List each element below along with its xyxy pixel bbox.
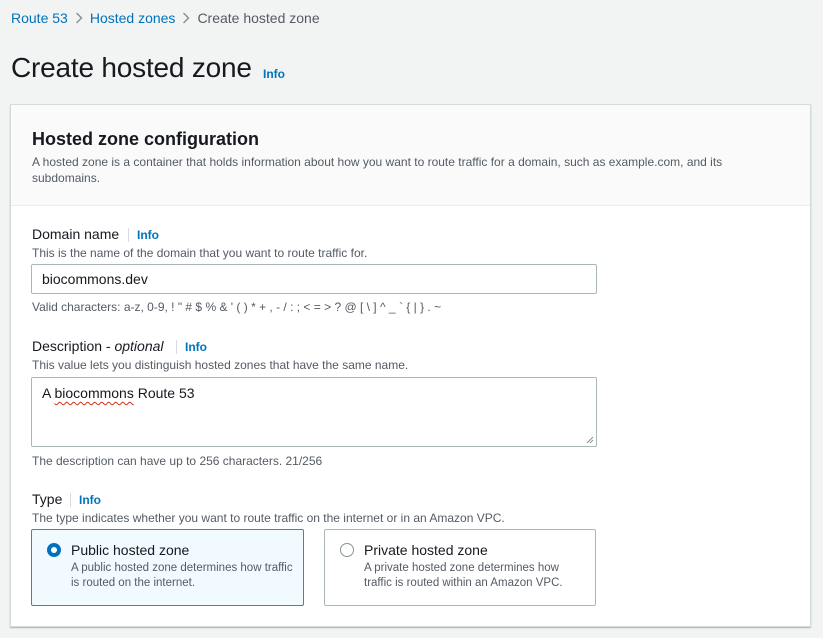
domain-name-info-link[interactable]: Info [128,228,159,242]
type-label: Type [32,491,63,507]
domain-name-description: This is the name of the domain that you … [32,246,368,260]
breadcrumb-route53-link[interactable]: Route 53 [11,10,68,26]
domain-name-input[interactable]: biocommons.dev [31,264,597,294]
breadcrumb-current: Create hosted zone [197,10,320,26]
panel-description: A hosted zone is a container that holds … [32,155,723,185]
description-textarea[interactable]: A biocommons Route 53 [31,377,597,447]
domain-name-label: Domain name [32,226,120,242]
breadcrumb: Route 53 Hosted zones Create hosted zone [11,10,320,26]
radio-unselected-icon[interactable] [340,543,354,557]
private-hosted-zone-title: Private hosted zone [364,542,488,558]
domain-name-value: biocommons.dev [42,271,148,287]
description-label-text: Description - [32,338,115,354]
chevron-right-icon [68,12,90,24]
page-title-info-link[interactable]: Info [263,67,285,81]
description-value-misspelled: biocommons [54,385,134,401]
panel-header: Hosted zone configuration A hosted zone … [11,105,810,206]
description-label: Description - optional [32,338,164,354]
description-value-suffix: Route 53 [133,385,195,401]
public-hosted-zone-title: Public hosted zone [71,542,190,558]
panel-title: Hosted zone configuration [32,129,259,149]
private-hosted-zone-option[interactable]: Private hosted zone A private hosted zon… [324,529,596,606]
radio-selected-icon[interactable] [47,543,61,557]
domain-name-constraint: Valid characters: a-z, 0-9, ! " # $ % & … [32,300,442,314]
private-hosted-zone-description: A private hosted zone determines how tra… [364,562,563,589]
public-hosted-zone-option[interactable]: Public hosted zone A public hosted zone … [31,529,304,606]
chevron-right-icon [175,12,197,24]
description-value-prefix: A [42,385,55,401]
resize-handle-icon[interactable] [586,436,594,444]
description-info-link[interactable]: Info [176,340,207,354]
breadcrumb-hosted-zones-link[interactable]: Hosted zones [90,10,176,26]
hosted-zone-configuration-panel: Hosted zone configuration A hosted zone … [10,104,811,627]
public-hosted-zone-description: A public hosted zone determines how traf… [71,562,293,589]
description-field-description: This value lets you distinguish hosted z… [32,358,409,372]
description-optional-text: optional [114,338,164,354]
description-constraint: The description can have up to 256 chara… [32,454,323,468]
type-info-link[interactable]: Info [70,493,101,507]
page-title: Create hosted zone [11,52,252,83]
type-description: The type indicates whether you want to r… [32,511,505,525]
